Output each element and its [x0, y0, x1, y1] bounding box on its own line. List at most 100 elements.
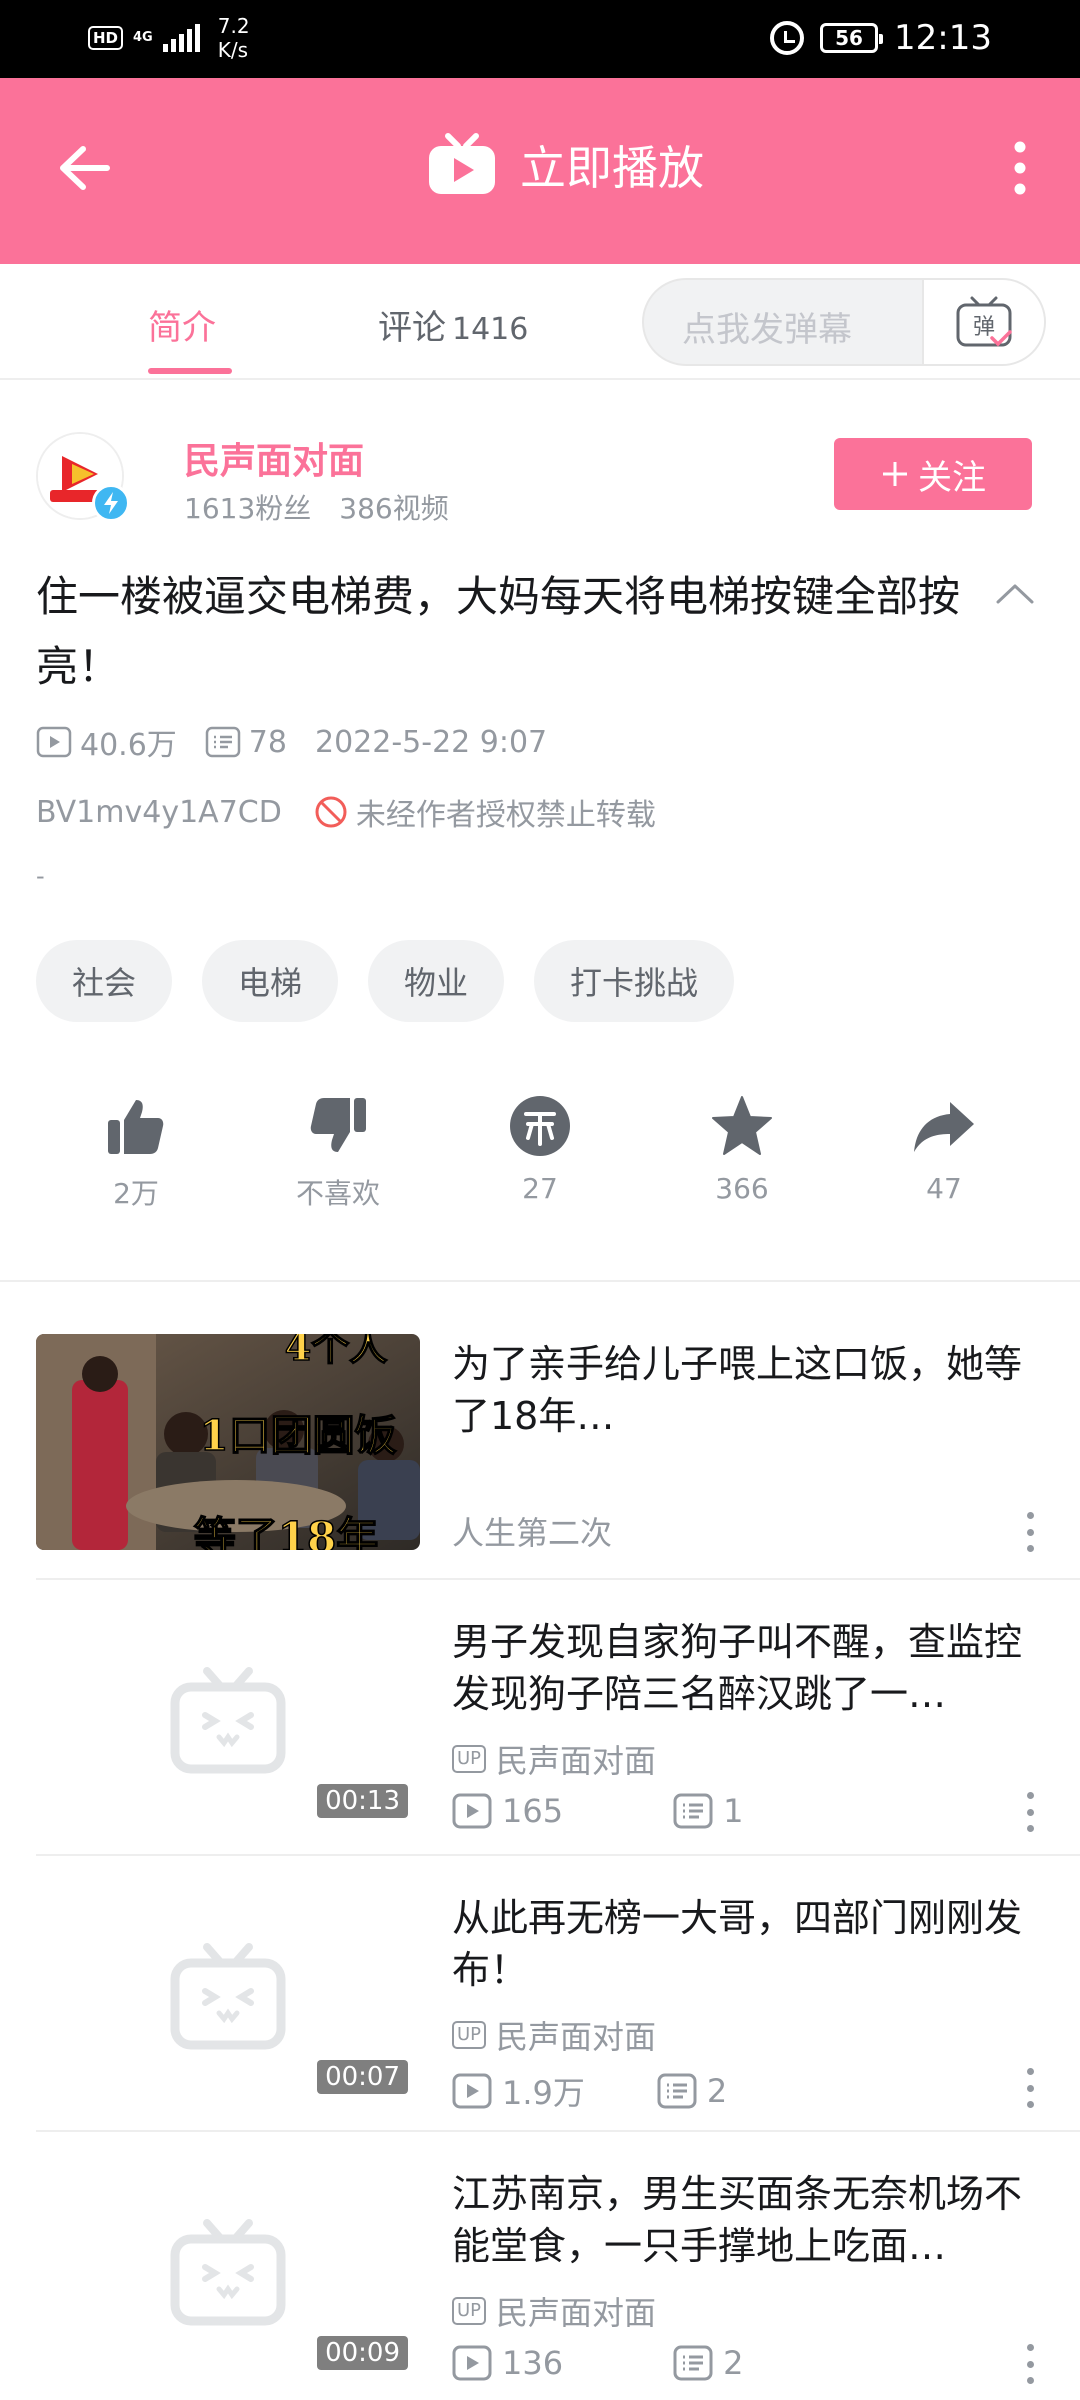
- danmaku-count-icon: [657, 2073, 697, 2109]
- related-title: 为了亲手给儿子喂上这口饭，她等了18年…: [452, 1342, 1023, 1438]
- danmaku-count-value: 78: [248, 724, 287, 760]
- top-bar: 立即播放: [0, 78, 1080, 264]
- related-owner: 人生第二次: [452, 1514, 613, 1552]
- related-owner-name: 民声面对面: [496, 1742, 657, 1780]
- play-count-icon: [36, 726, 72, 758]
- list-divider: [36, 1854, 1080, 1856]
- related-views-value: 1.9万: [502, 2074, 585, 2112]
- related-title: 从此再无榜一大哥，四部门刚刚发布！: [452, 1896, 1023, 1992]
- bilibili-placeholder-icon: [170, 2219, 286, 2326]
- related-danmaku: 2: [657, 2072, 727, 2110]
- share-button[interactable]: 47: [874, 1094, 1014, 1205]
- related-title: 江苏南京，男生买面条无奈机场不能堂食，一只手撑地上吃面…: [452, 2172, 1023, 2268]
- thumbs-up-icon: [108, 1100, 164, 1154]
- section-divider: [0, 1280, 1080, 1282]
- tag-chip[interactable]: 电梯: [202, 940, 339, 1022]
- tab-comments-label: 评论: [378, 308, 446, 348]
- video-id-row: BV1mv4y1A7CD 未经作者授权禁止转载: [36, 790, 656, 834]
- related-more-button[interactable]: [1020, 1512, 1040, 1552]
- related-more-button[interactable]: [1020, 2068, 1040, 2108]
- danmaku-input[interactable]: 点我发弹幕: [682, 302, 852, 351]
- hd-indicator: HD: [88, 26, 124, 50]
- related-danmaku: 1: [673, 1792, 743, 1830]
- author-fans: 1613粉丝: [184, 492, 312, 525]
- network-type: 4G: [133, 30, 153, 45]
- publish-date: 2022-5-22 9:07: [314, 724, 548, 760]
- collapse-chevron-icon[interactable]: [990, 574, 1040, 614]
- related-video-item[interactable]: 00:13 男子发现自家狗子叫不醒，查监控发现狗子陪三名醉汉跳了一… UP 民声…: [0, 1612, 1080, 1888]
- status-left: HD 4G 7.2 K/s: [88, 14, 250, 62]
- action-bar: 2万 不喜欢 27 366 47: [0, 1094, 1080, 1224]
- play-now-button[interactable]: 立即播放: [426, 132, 704, 198]
- tab-intro[interactable]: 简介: [148, 300, 216, 349]
- related-video-item[interactable]: 4个人 1口团圆饭 等了18年 为了亲手给儿子喂上这口饭，她等了18年… 人生第…: [0, 1334, 1080, 1610]
- coin-icon: [510, 1096, 570, 1156]
- related-owner[interactable]: UP 民声面对面: [452, 2288, 656, 2334]
- coin-button[interactable]: 27: [470, 1094, 610, 1205]
- related-thumbnail[interactable]: 00:09: [36, 2164, 420, 2380]
- related-stats: 136 2: [452, 2344, 743, 2382]
- related-views: 165: [452, 1792, 563, 1830]
- dislike-button[interactable]: 不喜欢: [268, 1094, 408, 1212]
- follow-label: 关注: [918, 457, 986, 498]
- related-video-item[interactable]: 00:07 从此再无榜一大哥，四部门刚刚发布！ UP 民声面对面 1.9万 2: [0, 1888, 1080, 2164]
- view-count: 40.6万: [36, 720, 177, 764]
- dislike-label: 不喜欢: [295, 1177, 380, 1210]
- like-button[interactable]: 2万: [66, 1094, 206, 1212]
- share-arrow-icon: [914, 1102, 974, 1152]
- danmaku-count-icon: [205, 726, 241, 758]
- related-owner[interactable]: UP 民声面对面: [452, 1736, 656, 1782]
- danmaku-toggle-button[interactable]: 弹: [922, 280, 1044, 364]
- thumb-caption-3: 等了18年: [194, 1513, 378, 1550]
- related-danmaku-value: 1: [723, 1792, 744, 1830]
- related-owner-name: 民声面对面: [496, 2018, 657, 2056]
- tab-comments[interactable]: 评论 1416: [378, 300, 528, 349]
- more-options-button[interactable]: [990, 128, 1050, 208]
- back-arrow-icon: [60, 146, 110, 190]
- back-button[interactable]: [44, 128, 124, 208]
- speed-value: 7.2: [217, 14, 250, 38]
- no-repost-notice: 未经作者授权禁止转载: [314, 790, 656, 834]
- related-owner[interactable]: UP 民声面对面: [452, 2012, 656, 2058]
- tag-list: 社会 电梯 物业 打卡挑战: [36, 940, 735, 1022]
- follow-button[interactable]: 关注: [834, 438, 1032, 510]
- video-duration: 00:09: [317, 2336, 408, 2370]
- tab-comments-count: 1416: [452, 312, 529, 347]
- coin-count: 27: [522, 1172, 558, 1205]
- favorite-button[interactable]: 366: [672, 1094, 812, 1205]
- clock: 12:13: [894, 18, 992, 58]
- related-danmaku-value: 2: [723, 2344, 744, 2382]
- related-owner-name: 民声面对面: [496, 2294, 657, 2332]
- video-description: -: [36, 862, 45, 890]
- author-name[interactable]: 民声面对面: [184, 432, 364, 484]
- thumbs-down-icon: [310, 1098, 366, 1152]
- bvid: BV1mv4y1A7CD: [36, 794, 282, 830]
- play-now-label: 立即播放: [520, 141, 704, 195]
- share-count: 47: [926, 1172, 962, 1205]
- danmaku-button-glyph: 弹: [973, 315, 995, 340]
- favorite-count: 366: [715, 1172, 769, 1205]
- list-divider: [36, 1578, 1080, 1580]
- up-badge-icon: UP: [452, 1745, 487, 1773]
- related-more-button[interactable]: [1020, 1792, 1040, 1832]
- up-badge-icon: UP: [452, 2021, 487, 2049]
- video-duration: 00:07: [317, 2060, 408, 2094]
- related-video-item[interactable]: 00:09 江苏南京，男生买面条无奈机场不能堂食，一只手撑地上吃面… UP 民声…: [0, 2164, 1080, 2400]
- no-repost-text: 未经作者授权禁止转载: [355, 798, 656, 833]
- tag-chip[interactable]: 打卡挑战: [534, 940, 735, 1022]
- related-thumbnail[interactable]: 00:13: [36, 1612, 420, 1828]
- author-stats: 1613粉丝 386视频: [184, 487, 449, 527]
- author-videos: 386视频: [339, 492, 449, 525]
- related-thumbnail[interactable]: 4个人 1口团圆饭 等了18年: [36, 1334, 420, 1550]
- danmaku-bar: 点我发弹幕 弹: [642, 278, 1046, 366]
- tag-chip[interactable]: 物业: [368, 940, 505, 1022]
- related-more-button[interactable]: [1020, 2344, 1040, 2384]
- danmaku-icon: 弹: [956, 296, 1012, 347]
- related-thumbnail[interactable]: 00:07: [36, 1888, 420, 2104]
- tag-chip[interactable]: 社会: [36, 940, 173, 1022]
- tab-active-indicator: [148, 368, 232, 374]
- like-count: 2万: [113, 1177, 159, 1210]
- thumb-caption-1: 4个人: [285, 1334, 387, 1369]
- battery-icon: 56: [820, 23, 884, 53]
- related-stats: 165 1: [452, 1792, 743, 1830]
